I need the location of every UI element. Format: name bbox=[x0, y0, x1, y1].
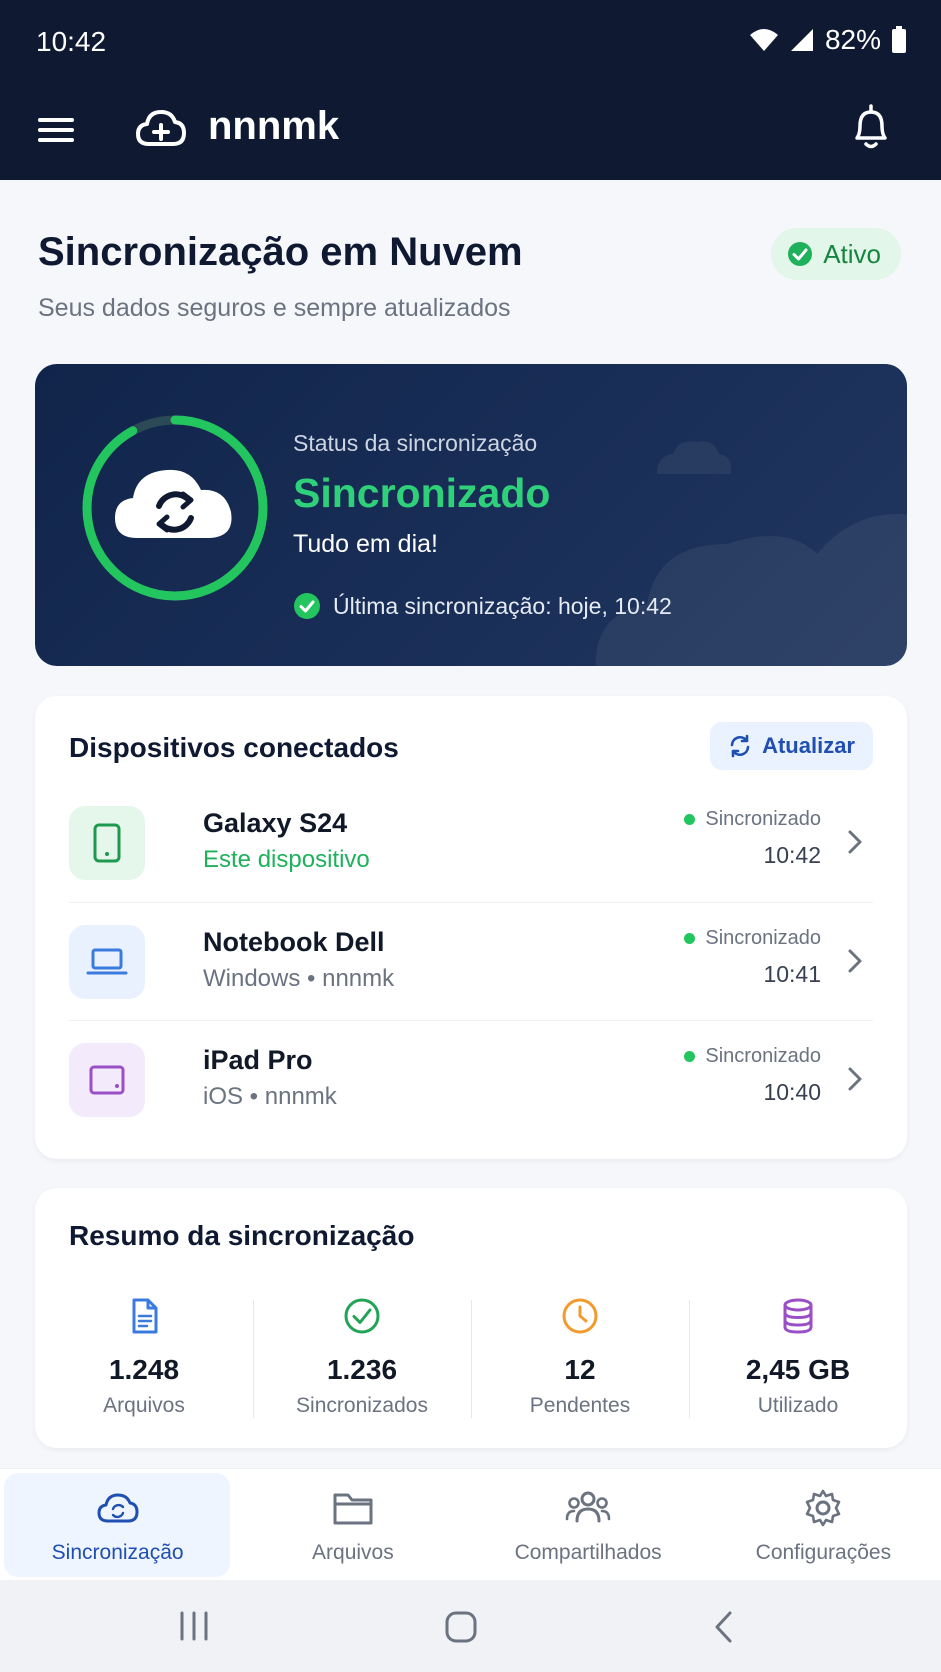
nav-label: Compartilhados bbox=[514, 1541, 662, 1564]
device-sync-time: 10:42 bbox=[763, 842, 821, 868]
bottom-navigation: Sincronização Arquivos Compartilhados Co… bbox=[0, 1468, 941, 1580]
page-subtitle: Seus dados seguros e sempre atualizados bbox=[38, 294, 511, 322]
users-icon bbox=[565, 1491, 611, 1523]
device-status: Sincronizado bbox=[684, 1045, 821, 1068]
summary-stats: 1.248 Arquivos 1.236 Sincronizados 12 Pe… bbox=[35, 1288, 907, 1418]
file-icon bbox=[132, 1298, 158, 1334]
status-icons: 82% bbox=[749, 24, 907, 56]
system-navigation-bar bbox=[0, 1580, 941, 1672]
tablet-icon bbox=[69, 1043, 145, 1117]
connected-devices-card: Dispositivos conectados Atualizar Galaxy… bbox=[35, 696, 907, 1159]
cloud-sync-icon bbox=[115, 469, 232, 538]
refresh-label: Atualizar bbox=[762, 733, 855, 758]
signal-icon bbox=[790, 29, 813, 51]
stat-label: Sincronizados bbox=[296, 1394, 428, 1417]
battery-percent: 82% bbox=[824, 24, 881, 55]
sync-state: Sincronizado bbox=[293, 470, 551, 516]
nav-label: Sincronização bbox=[51, 1541, 184, 1564]
status-dot bbox=[684, 814, 696, 825]
recent-apps-icon[interactable] bbox=[176, 1610, 212, 1642]
smartphone-icon bbox=[69, 806, 145, 880]
home-icon[interactable] bbox=[444, 1610, 478, 1644]
bell-icon[interactable] bbox=[849, 102, 893, 152]
stat-pending: 12 Pendentes bbox=[471, 1288, 689, 1418]
status-badge-label: Ativo bbox=[823, 238, 881, 269]
device-status-text: Sincronizado bbox=[705, 927, 821, 949]
status-bar: 10:42 82% bbox=[0, 0, 941, 84]
cloud-decoration bbox=[595, 441, 907, 666]
refresh-button[interactable]: Atualizar bbox=[710, 722, 873, 770]
nav-item-sincronizacao[interactable]: Sincronização bbox=[0, 1469, 235, 1580]
check-circle-icon bbox=[788, 242, 813, 266]
cloud-sync-icon bbox=[97, 1493, 139, 1523]
stat-value: 2,45 GB bbox=[745, 1354, 851, 1385]
device-sync-time: 10:40 bbox=[763, 1079, 821, 1105]
app-bar: nnnmk bbox=[0, 84, 941, 180]
page-title: Sincronização em Nuvem bbox=[38, 230, 523, 274]
devices-title: Dispositivos conectados bbox=[69, 732, 399, 763]
gear-icon bbox=[806, 1489, 841, 1527]
status-dot bbox=[684, 1051, 696, 1062]
status-badge: Ativo bbox=[771, 228, 901, 280]
app-title: nnnmk bbox=[208, 104, 340, 148]
stat-value: 1.248 bbox=[108, 1354, 180, 1385]
stat-value: 1.236 bbox=[326, 1354, 398, 1385]
device-row-notebook-dell[interactable]: Notebook Dell Windows • nnnmk Sincroniza… bbox=[69, 902, 873, 1020]
sync-status-label: Status da sincronização bbox=[293, 430, 538, 456]
refresh-icon bbox=[730, 734, 750, 758]
chevron-right-icon bbox=[848, 830, 862, 854]
folder-icon bbox=[333, 1493, 373, 1525]
wifi-icon bbox=[749, 29, 778, 51]
device-sync-time: 10:41 bbox=[763, 961, 821, 987]
back-icon[interactable] bbox=[712, 1610, 736, 1644]
check-circle-icon bbox=[294, 593, 320, 619]
stat-label: Pendentes bbox=[529, 1394, 631, 1417]
laptop-icon bbox=[69, 925, 145, 999]
summary-title: Resumo da sincronização bbox=[69, 1220, 415, 1251]
database-icon bbox=[783, 1298, 813, 1334]
device-subtitle: iOS • nnnmk bbox=[203, 1083, 337, 1110]
menu-icon[interactable] bbox=[38, 110, 78, 150]
sync-summary-card: Resumo da sincronização 1.248 Arquivos 1… bbox=[35, 1188, 907, 1448]
last-sync: Última sincronização: hoje, 10:42 bbox=[293, 592, 672, 620]
status-dot bbox=[684, 933, 696, 944]
stat-label: Utilizado bbox=[757, 1394, 839, 1417]
status-time: 10:42 bbox=[36, 26, 107, 57]
nav-item-compartilhados[interactable]: Compartilhados bbox=[471, 1469, 706, 1580]
device-name: Galaxy S24 bbox=[203, 808, 348, 838]
nav-item-arquivos[interactable]: Arquivos bbox=[235, 1469, 470, 1580]
device-subtitle: Este dispositivo bbox=[203, 846, 370, 873]
stat-storage: 2,45 GB Utilizado bbox=[689, 1288, 907, 1418]
device-subtitle: Windows • nnnmk bbox=[203, 965, 395, 992]
device-row-ipad-pro[interactable]: iPad Pro iOS • nnnmk Sincronizado 10:40 bbox=[69, 1020, 873, 1138]
device-status-text: Sincronizado bbox=[705, 1045, 821, 1067]
device-name: Notebook Dell bbox=[203, 927, 385, 957]
device-status: Sincronizado bbox=[684, 927, 821, 950]
nav-item-configuracoes[interactable]: Configurações bbox=[706, 1469, 941, 1580]
last-sync-text: Última sincronização: hoje, 10:42 bbox=[333, 592, 672, 619]
stat-label: Arquivos bbox=[103, 1394, 185, 1417]
chevron-right-icon bbox=[848, 949, 862, 973]
cloud-logo-icon bbox=[136, 110, 186, 146]
stat-value: 12 bbox=[564, 1354, 596, 1385]
sync-progress-ring bbox=[82, 415, 268, 601]
check-circle-icon bbox=[344, 1298, 380, 1334]
sync-message: Tudo em dia! bbox=[293, 530, 438, 558]
stat-synced: 1.236 Sincronizados bbox=[253, 1288, 471, 1418]
chevron-right-icon bbox=[848, 1067, 862, 1091]
clock-icon bbox=[562, 1298, 598, 1334]
device-status: Sincronizado bbox=[684, 808, 821, 831]
battery-icon bbox=[892, 26, 906, 53]
device-status-text: Sincronizado bbox=[705, 808, 821, 830]
device-row-galaxy-s24[interactable]: Galaxy S24 Este dispositivo Sincronizado… bbox=[69, 784, 873, 902]
nav-label: Arquivos bbox=[312, 1541, 394, 1564]
device-name: iPad Pro bbox=[203, 1045, 313, 1075]
stat-files: 1.248 Arquivos bbox=[35, 1288, 253, 1418]
nav-label: Configurações bbox=[755, 1541, 892, 1564]
sync-status-card: Status da sincronização Sincronizado Tud… bbox=[35, 364, 907, 666]
